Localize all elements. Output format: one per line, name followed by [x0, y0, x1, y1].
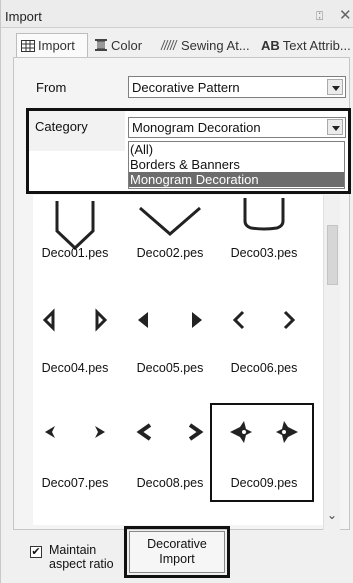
scrollbar-thumb[interactable]	[327, 225, 338, 285]
decorative-import-line1: Decorative	[147, 537, 207, 551]
panel-title: Import	[5, 9, 42, 24]
pattern-item-deco02[interactable]: Deco02.pes	[122, 196, 218, 296]
triangle-pair-icon	[42, 308, 108, 332]
ab-text-icon: AB	[261, 37, 280, 53]
chevron-down-icon[interactable]	[327, 79, 343, 95]
close-icon[interactable]: ✕	[339, 6, 352, 24]
category-dropdown-list: (All) Borders & Banners Monogram Decorat…	[128, 141, 345, 189]
tab-color[interactable]: Color	[94, 33, 156, 57]
pattern-item-deco07[interactable]: Deco07.pes	[27, 415, 123, 515]
decorative-import-button[interactable]: Decorative Import	[129, 531, 225, 573]
pattern-item-name: Deco07.pes	[41, 476, 109, 490]
panel-title-bar: Import ⍠ ✕	[1, 0, 353, 28]
maintain-label-line1: Maintain	[49, 543, 97, 557]
selected-item-highlight	[210, 403, 314, 502]
category-option-borders-banners[interactable]: Borders & Banners	[129, 157, 344, 172]
pattern-item-name: Deco01.pes	[41, 246, 109, 260]
tab-sewing-attributes-label: Sewing At...	[181, 37, 250, 53]
category-select-value: Monogram Decoration	[132, 120, 261, 135]
pattern-item-name: Deco06.pes	[230, 361, 298, 375]
pattern-item-deco01[interactable]: Deco01.pes	[27, 196, 123, 296]
checkmark-icon: ✔	[31, 546, 41, 558]
category-option-all[interactable]: (All)	[129, 142, 344, 157]
bold-chevron-pair-icon	[136, 423, 204, 441]
tab-text-attributes-label: Text Attrib...	[282, 37, 351, 53]
maintain-aspect-ratio-label: Maintain aspect ratio	[49, 543, 114, 571]
category-option-monogram-decoration[interactable]: Monogram Decoration	[129, 172, 344, 187]
maintain-label-line2: aspect ratio	[49, 557, 114, 571]
pattern-item-name: Deco05.pes	[136, 361, 204, 375]
notched-arrow-pair-icon	[45, 426, 105, 438]
pattern-item-name: Deco02.pes	[136, 246, 204, 260]
pattern-item-name: Deco08.pes	[136, 476, 204, 490]
tab-strip: Import Color Sewing At... AB Text Attrib…	[1, 33, 353, 57]
pattern-item-name: Deco04.pes	[41, 361, 109, 375]
tab-sewing-attributes[interactable]: Sewing At...	[160, 33, 257, 57]
pattern-item-deco05[interactable]: Deco05.pes	[122, 300, 218, 400]
import-grid-icon	[21, 39, 35, 52]
chevron-down-icon[interactable]	[327, 119, 343, 135]
pattern-item-deco03[interactable]: Deco03.pes	[216, 196, 312, 296]
from-select[interactable]: Decorative Pattern	[128, 76, 346, 98]
maintain-aspect-ratio-checkbox[interactable]: ✔	[30, 546, 42, 558]
pattern-list-scrollbar[interactable]: ⌄	[323, 195, 340, 530]
from-label: From	[36, 80, 67, 95]
from-select-value: Decorative Pattern	[132, 80, 240, 95]
pattern-item-name: Deco03.pes	[230, 246, 298, 260]
decorative-import-line2: Import	[159, 552, 195, 566]
tab-import-label: Import	[38, 38, 75, 53]
tab-text-attributes[interactable]: AB Text Attrib...	[261, 33, 353, 57]
pattern-item-deco04[interactable]: Deco04.pes	[27, 300, 123, 400]
pattern-item-deco08[interactable]: Deco08.pes	[122, 415, 218, 515]
import-panel: Import ⍠ ✕ Import Color Sewing At... AB …	[0, 0, 353, 583]
color-spool-icon	[94, 39, 108, 51]
pin-icon[interactable]: ⍠	[316, 9, 323, 24]
tab-import[interactable]: Import	[16, 33, 88, 57]
tab-color-label: Color	[111, 37, 143, 53]
chevron-pair-icon	[232, 310, 296, 330]
sewing-pattern-icon	[160, 39, 178, 51]
category-label: Category	[35, 119, 88, 134]
pattern-item-deco06[interactable]: Deco06.pes	[216, 300, 312, 400]
category-select[interactable]: Monogram Decoration	[128, 117, 346, 138]
scroll-down-chevron-icon[interactable]: ⌄	[327, 508, 337, 522]
solid-triangle-pair-icon	[138, 312, 202, 328]
